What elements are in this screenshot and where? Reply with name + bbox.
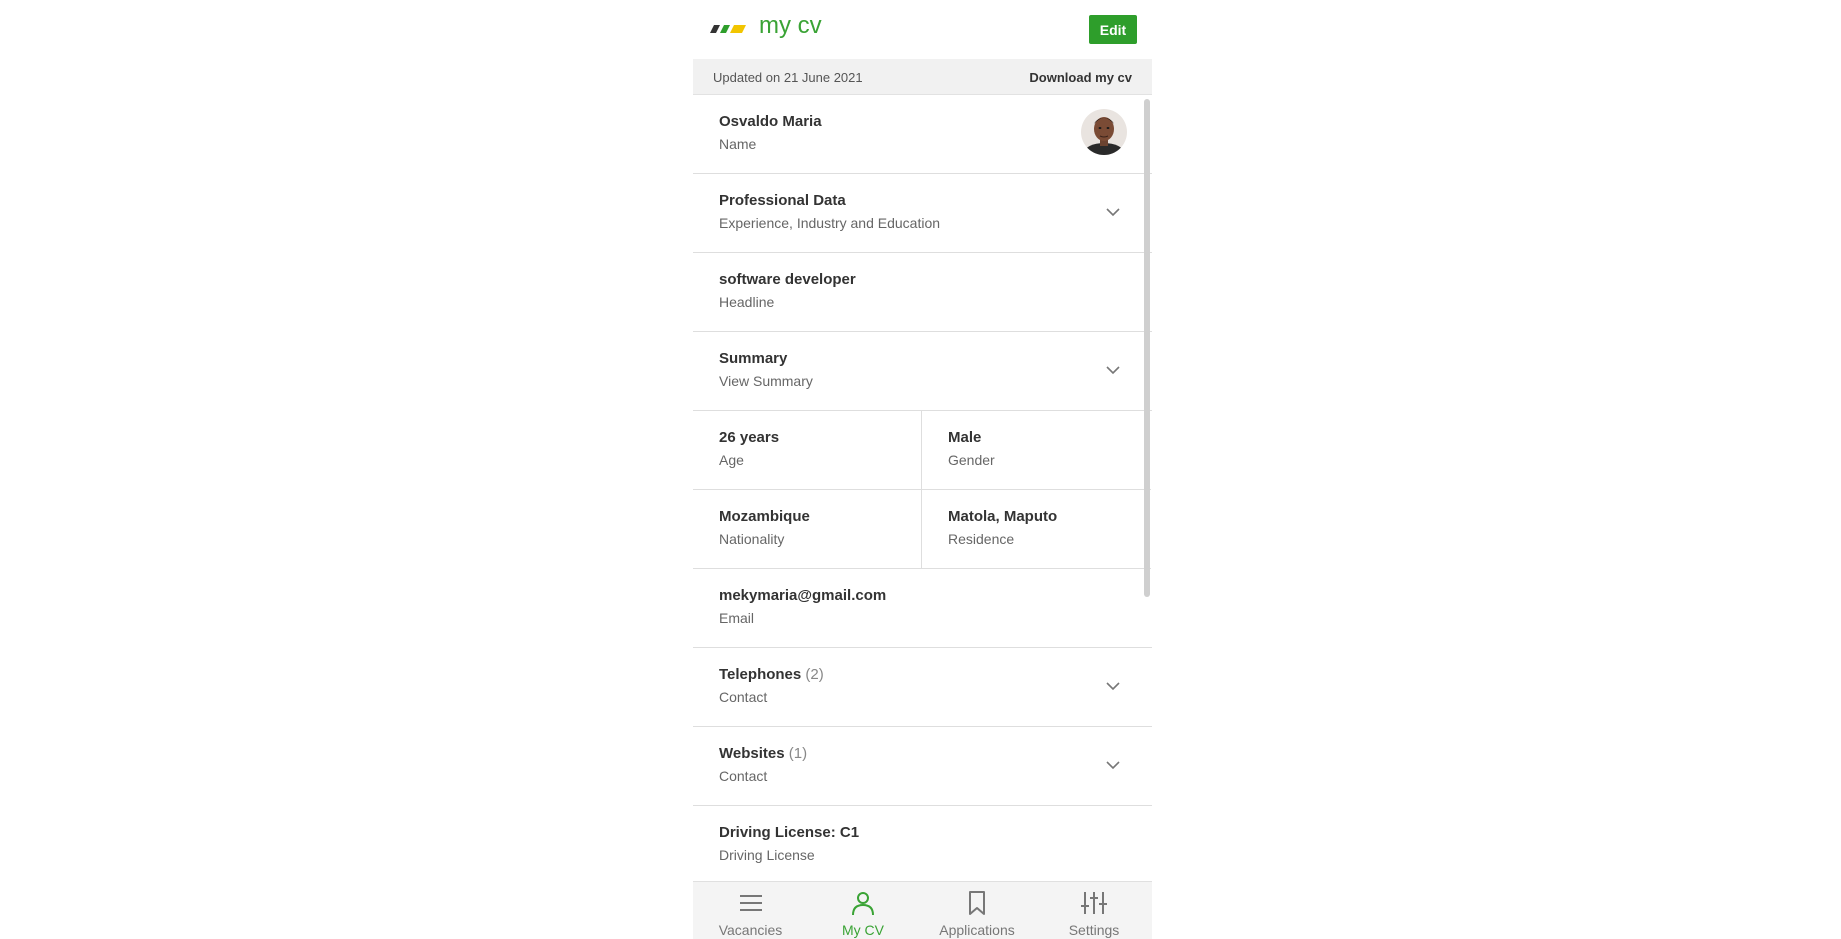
scrollbar[interactable] — [1144, 99, 1150, 597]
updated-date: Updated on 21 June 2021 — [713, 70, 863, 85]
age-cell: 26 years Age — [693, 411, 922, 490]
telephones-title: Telephones (2) — [719, 666, 824, 683]
nav-applications[interactable]: Applications — [918, 882, 1036, 939]
age-label: Age — [719, 452, 744, 468]
nationality-cell: Mozambique Nationality — [693, 490, 922, 569]
headline-label: Headline — [719, 294, 775, 310]
nav-my-cv[interactable]: My CV — [808, 882, 918, 939]
residence-cell: Matola, Maputo Residence — [922, 490, 1151, 569]
driving-license-value: Driving License: C1 — [719, 824, 860, 841]
nationality-value: Mozambique — [719, 508, 810, 525]
page-title: my cv — [759, 12, 822, 39]
avatar[interactable] — [1081, 109, 1127, 155]
cv-app: my cv Edit Updated on 21 June 2021 Downl… — [693, 0, 1152, 939]
sliders-icon — [1081, 892, 1107, 914]
residence-label: Residence — [948, 531, 1015, 547]
chevron-down-icon[interactable] — [1105, 757, 1121, 773]
name-value: Osvaldo Maria — [719, 113, 822, 130]
email-value: mekymaria@gmail.com — [719, 587, 887, 604]
websites-row[interactable]: Websites (1) Contact — [693, 727, 1152, 806]
driving-license-row: Driving License: C1 Driving License — [693, 806, 1152, 881]
person-icon — [852, 892, 874, 916]
name-row: Osvaldo Maria Name — [693, 95, 1152, 174]
chevron-down-icon[interactable] — [1105, 362, 1121, 378]
summary-subtitle: View Summary — [719, 373, 813, 389]
menu-icon — [739, 895, 762, 911]
nav-settings[interactable]: Settings — [1036, 882, 1152, 939]
telephones-subtitle: Contact — [719, 689, 768, 705]
chevron-down-icon[interactable] — [1105, 204, 1121, 220]
age-value: 26 years — [719, 429, 780, 446]
cv-details-list: Osvaldo Maria Name Professional Data Exp… — [693, 95, 1152, 881]
gender-label: Gender — [948, 452, 995, 468]
telephones-count: (2) — [805, 666, 824, 683]
name-label: Name — [719, 136, 757, 152]
nationality-label: Nationality — [719, 531, 785, 547]
headline-row: software developer Headline — [693, 253, 1152, 332]
websites-subtitle: Contact — [719, 768, 768, 784]
edit-button[interactable]: Edit — [1089, 15, 1137, 44]
professional-data-row[interactable]: Professional Data Experience, Industry a… — [693, 174, 1152, 253]
driving-license-label: Driving License — [719, 847, 815, 863]
brand-logo — [710, 25, 746, 33]
websites-title: Websites (1) — [719, 745, 807, 762]
professional-data-title: Professional Data — [719, 192, 846, 209]
email-row: mekymaria@gmail.com Email — [693, 569, 1152, 648]
summary-row[interactable]: Summary View Summary — [693, 332, 1152, 411]
websites-count: (1) — [788, 745, 808, 762]
update-bar: Updated on 21 June 2021 Download my cv — [693, 59, 1152, 95]
gender-cell: Male Gender — [922, 411, 1151, 490]
headline-value: software developer — [719, 271, 856, 288]
download-cv-link[interactable]: Download my cv — [1029, 70, 1132, 85]
nav-vacancies-label: Vacancies — [718, 922, 783, 938]
chevron-down-icon[interactable] — [1105, 678, 1121, 694]
telephones-row[interactable]: Telephones (2) Contact — [693, 648, 1152, 727]
email-label: Email — [719, 610, 755, 626]
top-header: my cv Edit — [693, 0, 1152, 60]
bottom-nav: Vacancies My CV Applications Settings — [693, 881, 1152, 939]
nav-my-cv-label: My CV — [842, 922, 884, 938]
summary-title: Summary — [719, 350, 788, 367]
professional-data-subtitle: Experience, Industry and Education — [719, 215, 941, 231]
gender-value: Male — [948, 429, 982, 446]
nav-settings-label: Settings — [1068, 922, 1120, 938]
websites-label: Websites — [719, 745, 785, 762]
residence-value: Matola, Maputo — [948, 508, 1058, 525]
telephones-label: Telephones — [719, 666, 802, 683]
bookmark-icon — [969, 891, 985, 915]
nav-applications-label: Applications — [939, 922, 1015, 938]
nav-vacancies[interactable]: Vacancies — [693, 882, 808, 939]
